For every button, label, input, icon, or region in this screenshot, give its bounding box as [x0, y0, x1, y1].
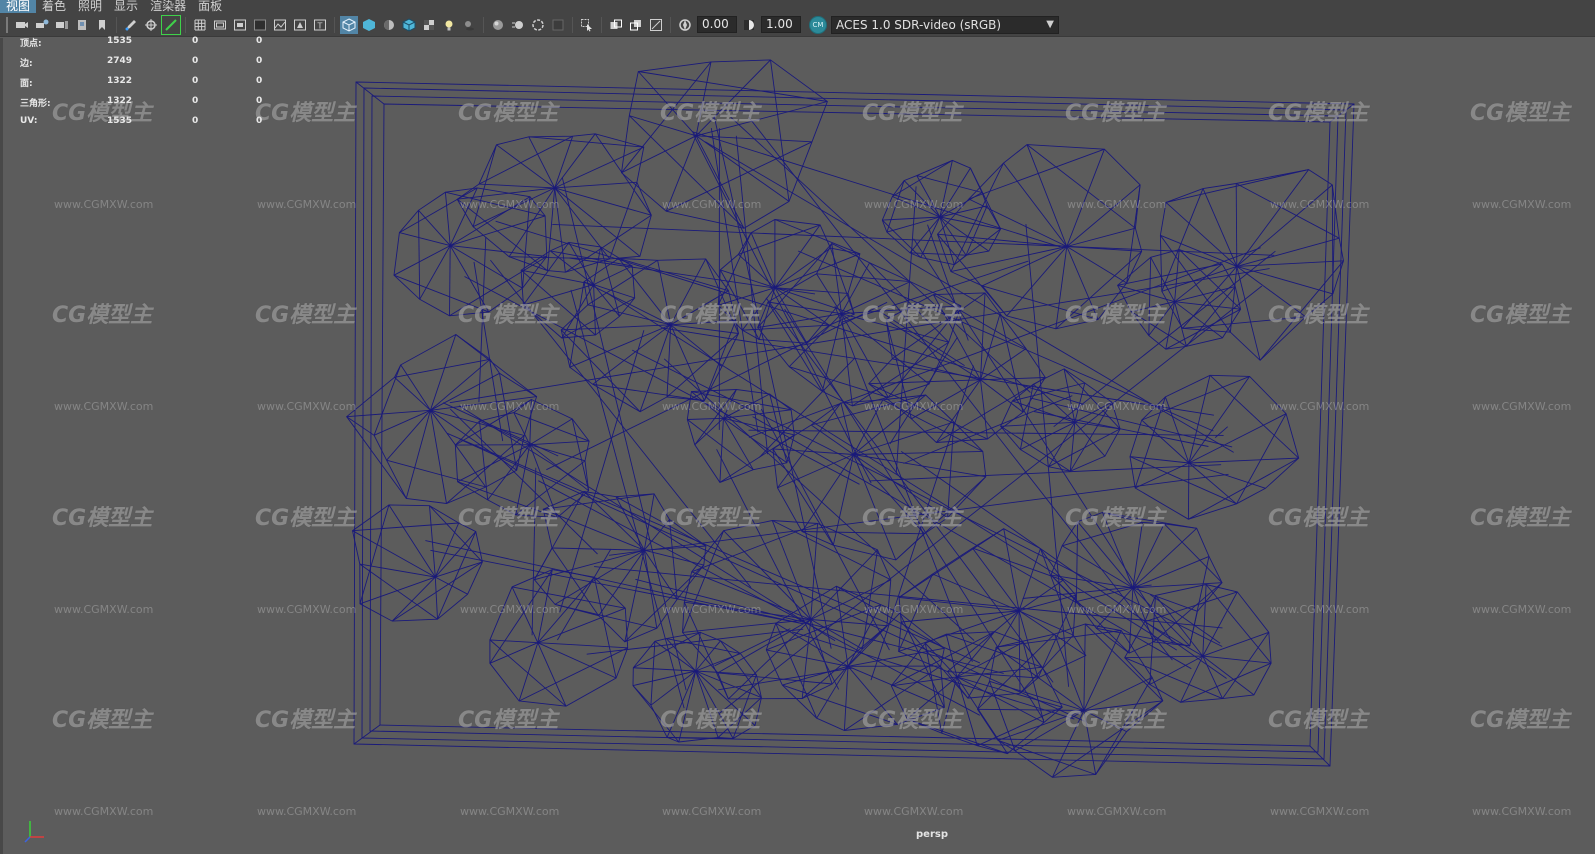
hud-value: 0 [192, 116, 199, 126]
hud-row: 边: 2749 0 0 [20, 56, 290, 76]
hud-value: 1322 [107, 96, 133, 106]
hud-value: 2749 [107, 56, 133, 66]
hud-row: 三角形: 1322 0 0 [20, 96, 290, 116]
hud-value: 0 [256, 56, 263, 66]
hud-label: 边: [20, 59, 33, 69]
hud-label: 面: [20, 79, 33, 89]
hud-label: UV: [20, 116, 38, 126]
hud-value: 0 [192, 96, 199, 106]
hud-value: 0 [192, 76, 199, 86]
axis-z [24, 836, 31, 843]
hud-value: 1535 [107, 116, 133, 126]
hud-value: 0 [256, 36, 263, 46]
camera-name-label: persp [916, 829, 948, 840]
hud-value: 0 [192, 56, 199, 66]
hud-label: 顶点: [20, 39, 42, 49]
hud-row: 面: 1322 0 0 [20, 76, 290, 96]
hud-value: 0 [192, 36, 199, 46]
hud-value: 1535 [107, 36, 133, 46]
hud-row: 顶点: 1535 0 0 [20, 36, 290, 56]
view-axis-indicator [24, 821, 44, 843]
hud-value: 0 [256, 76, 263, 86]
hud-row: UV: 1535 0 0 [20, 116, 290, 136]
poly-count-hud: 顶点: 1535 0 0 边: 2749 0 0 面: 1322 0 0 三角形: 1322 0 0 UV: 15… [20, 36, 290, 136]
hud-value: 1322 [107, 76, 133, 86]
hud-value: 0 [256, 116, 263, 126]
hud-value: 0 [256, 96, 263, 106]
hud-label: 三角形: [20, 99, 51, 109]
maya-viewport-window: 视图 着色 照明 显示 渲染器 面板 T 0.00 1.00 CM ACES 1… [0, 0, 1595, 854]
